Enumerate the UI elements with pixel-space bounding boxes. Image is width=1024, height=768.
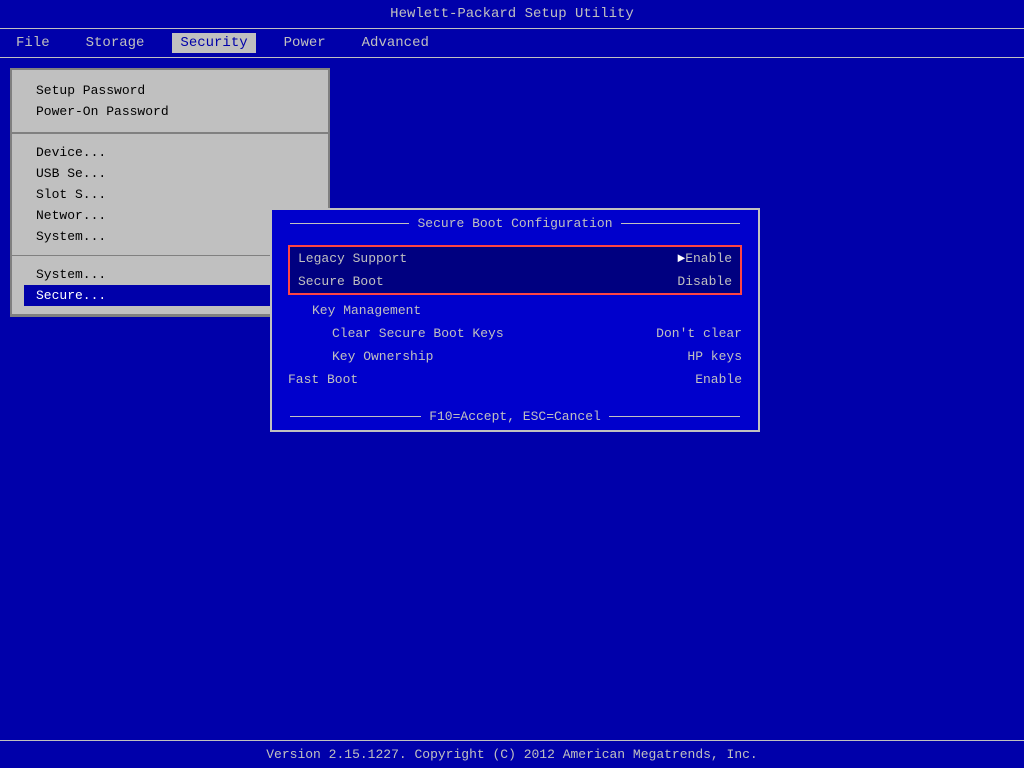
device-item[interactable]: Device...: [24, 142, 316, 163]
fast-boot-label: Fast Boot: [288, 372, 358, 387]
key-management-row[interactable]: Key Management: [288, 299, 742, 322]
dialog-body: Legacy Support ►Enable Secure Boot Disab…: [272, 237, 758, 403]
menu-item-file[interactable]: File: [8, 33, 58, 53]
menu-item-storage[interactable]: Storage: [78, 33, 153, 53]
menu-bar: File Storage Security Power Advanced: [0, 29, 1024, 58]
status-text: Version 2.15.1227. Copyright (C) 2012 Am…: [266, 747, 757, 762]
legacy-support-label: Legacy Support: [298, 251, 407, 266]
legacy-support-row[interactable]: Legacy Support ►Enable: [290, 247, 740, 270]
status-bar: Version 2.15.1227. Copyright (C) 2012 Am…: [0, 740, 1024, 768]
usb-security-item[interactable]: USB Se...: [24, 163, 316, 184]
slot-security-item[interactable]: Slot S...: [24, 184, 316, 205]
clear-secure-boot-keys-label: Clear Secure Boot Keys: [332, 326, 504, 341]
clear-secure-boot-keys-value: Don't clear: [656, 326, 742, 341]
title-text: Hewlett-Packard Setup Utility: [390, 6, 634, 22]
power-on-password-item[interactable]: Power-On Password: [24, 101, 316, 122]
dialog-title-bar: Secure Boot Configuration: [272, 210, 758, 237]
fast-boot-row[interactable]: Fast Boot Enable: [288, 368, 742, 391]
menu-item-advanced[interactable]: Advanced: [354, 33, 437, 53]
secure-boot-label: Secure Boot: [298, 274, 384, 289]
menu-item-security[interactable]: Security: [172, 33, 255, 53]
menu-item-power[interactable]: Power: [276, 33, 334, 53]
key-ownership-row[interactable]: Key Ownership HP keys: [288, 345, 742, 368]
clear-secure-boot-keys-row[interactable]: Clear Secure Boot Keys Don't clear: [288, 322, 742, 345]
main-content: Setup Password Power-On Password Device.…: [0, 58, 1024, 716]
dialog-title-text: Secure Boot Configuration: [417, 216, 612, 231]
legacy-support-value: ►Enable: [677, 251, 732, 266]
setup-password-item[interactable]: Setup Password: [24, 80, 316, 101]
key-ownership-label: Key Ownership: [332, 349, 433, 364]
dialog-footer: F10=Accept, ESC=Cancel: [272, 403, 758, 430]
dialog-footer-text: F10=Accept, ESC=Cancel: [429, 409, 601, 424]
key-ownership-value: HP keys: [687, 349, 742, 364]
secure-boot-dialog: Secure Boot Configuration Legacy Support…: [270, 208, 760, 432]
fast-boot-value: Enable: [695, 372, 742, 387]
secure-boot-row[interactable]: Secure Boot Disable: [290, 270, 740, 293]
key-management-label: Key Management: [312, 303, 421, 318]
title-bar: Hewlett-Packard Setup Utility: [0, 0, 1024, 29]
security-panel-top: Setup Password Power-On Password: [12, 70, 328, 134]
secure-boot-value: Disable: [677, 274, 732, 289]
